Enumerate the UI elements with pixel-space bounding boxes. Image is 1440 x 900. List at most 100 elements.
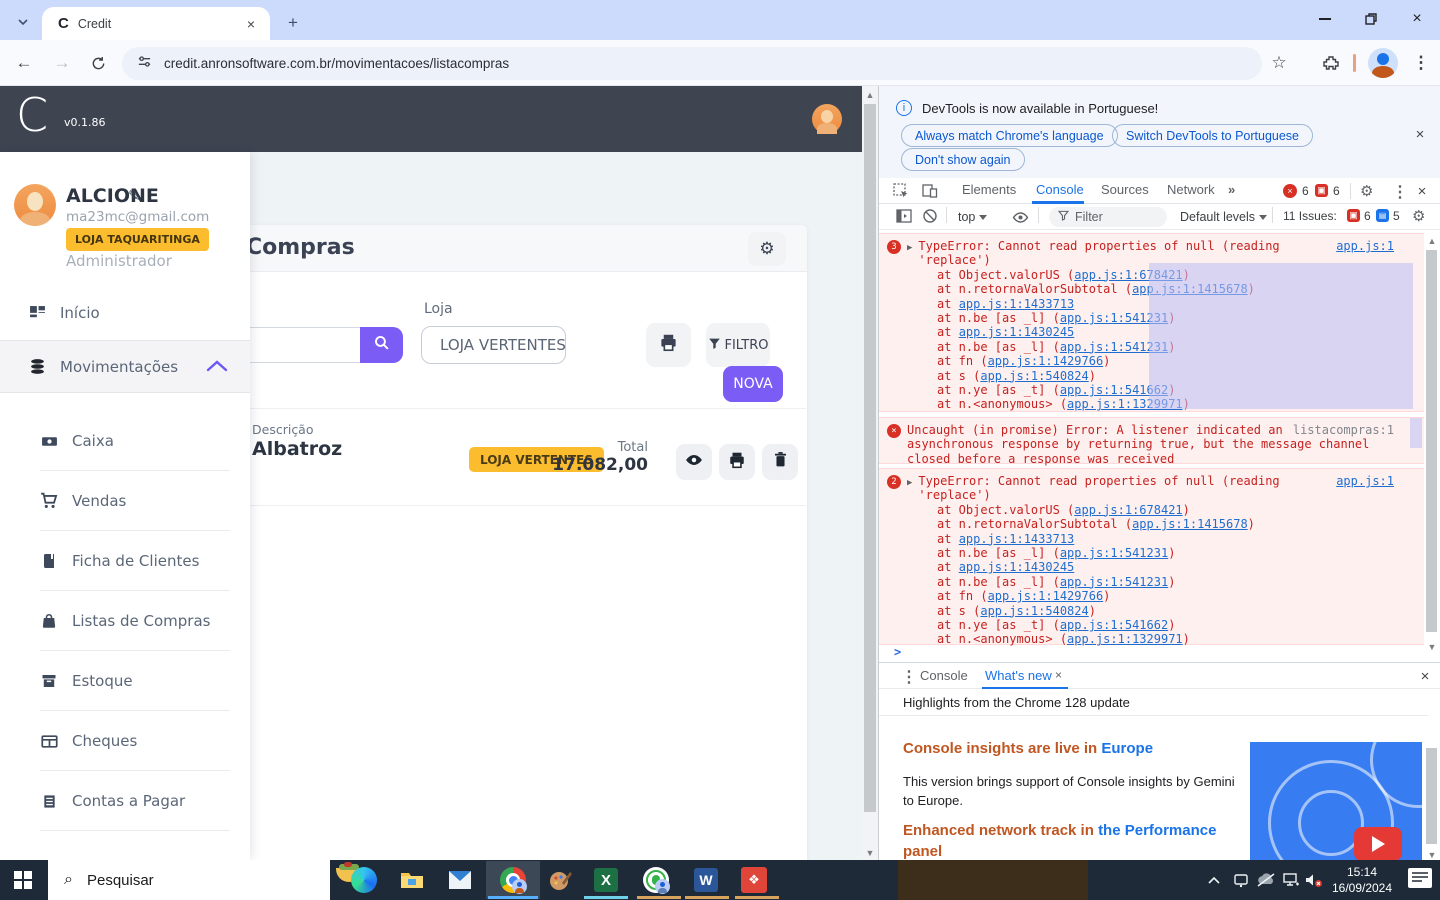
sidebar-item-contas-a-pagar[interactable]: Contas a Pagar: [40, 784, 240, 818]
stack-frame-link[interactable]: app.js:1:1429766: [988, 589, 1104, 603]
action-center-icon[interactable]: [1408, 868, 1432, 888]
more-tabs-icon[interactable]: »: [1228, 182, 1235, 197]
log-levels-selector[interactable]: Default levels: [1180, 210, 1267, 224]
window-minimize-button[interactable]: [1302, 0, 1348, 38]
tray-volume-muted-icon[interactable]: [1303, 868, 1325, 892]
devtools-settings-icon[interactable]: ⚙: [1360, 182, 1373, 200]
window-close-button[interactable]: ×: [1394, 0, 1440, 38]
source-link[interactable]: app.js:1: [1336, 474, 1394, 488]
delete-row-button[interactable]: [762, 444, 798, 480]
page-scrollbar-thumb[interactable]: [864, 104, 876, 812]
print-row-button[interactable]: [719, 444, 755, 480]
extensions-icon[interactable]: [1318, 50, 1344, 76]
taskbar-excel-icon[interactable]: X: [592, 866, 620, 894]
stack-frame-link[interactable]: app.js:1:541231: [1060, 575, 1168, 589]
sidebar-item-vendas[interactable]: Vendas: [40, 484, 240, 518]
reload-button[interactable]: [86, 51, 110, 75]
sidebar-item-caixa[interactable]: Caixa: [40, 424, 240, 458]
scroll-down-arrow[interactable]: ▼: [862, 846, 878, 860]
tab-network[interactable]: Network: [1167, 182, 1215, 197]
tray-cast-icon[interactable]: [1230, 868, 1252, 892]
drawer-menu-icon[interactable]: ⋮: [901, 667, 917, 687]
bookmark-star-icon[interactable]: ☆: [1266, 50, 1292, 76]
edit-profile-icon[interactable]: ✎: [128, 186, 141, 206]
taskbar-explorer-icon[interactable]: [398, 866, 426, 894]
console-settings-icon[interactable]: ⚙: [1412, 207, 1425, 225]
new-purchase-button[interactable]: NOVA: [723, 366, 783, 402]
stack-frame-link[interactable]: app.js:1:540824: [980, 369, 1088, 383]
stack-frame-link[interactable]: app.js:1:1415678: [1132, 517, 1248, 531]
site-settings-icon[interactable]: [137, 54, 152, 74]
stack-frame-link[interactable]: app.js:1:678421: [1074, 503, 1182, 517]
chevron-up-icon[interactable]: [206, 359, 228, 378]
issues-error-icon[interactable]: ▣: [1315, 184, 1328, 197]
live-expression-eye-icon[interactable]: [1012, 209, 1029, 231]
stack-frame-link[interactable]: app.js:1:540824: [980, 604, 1088, 618]
sidebar-item-cheques[interactable]: Cheques: [40, 724, 240, 758]
dont-show-again-button[interactable]: Don't show again: [901, 148, 1025, 171]
tab-search-icon[interactable]: [10, 9, 36, 35]
stack-frame-link[interactable]: app.js:1:1429766: [988, 354, 1104, 368]
view-row-button[interactable]: [676, 444, 712, 480]
sidebar-item-inicio[interactable]: Início: [28, 298, 228, 328]
taskbar-mail-icon[interactable]: [446, 866, 474, 894]
taskbar-clock[interactable]: 15:14 16/09/2024: [1324, 864, 1400, 896]
store-select[interactable]: LOJA VERTENTES: [421, 326, 566, 364]
match-language-button[interactable]: Always match Chrome's language: [901, 124, 1118, 147]
filter-button[interactable]: FILTRO: [706, 323, 770, 367]
stack-frame-link[interactable]: app.js:1:1430245: [959, 560, 1075, 574]
expand-triangle-icon[interactable]: ▶: [907, 476, 912, 490]
stack-frame-link[interactable]: app.js:1:1433713: [959, 297, 1075, 311]
drawer-tab-close-icon[interactable]: ×: [1055, 668, 1062, 682]
whats-new-scrollbar-thumb[interactable]: [1426, 748, 1437, 844]
search-button[interactable]: [360, 327, 403, 363]
drawer-tab-whats-new[interactable]: What's new: [985, 668, 1052, 683]
forward-button[interactable]: →: [50, 51, 74, 75]
tray-onedrive-paused-icon[interactable]: [1255, 868, 1277, 892]
switch-portuguese-button[interactable]: Switch DevTools to Portuguese: [1112, 124, 1313, 147]
stack-frame-link[interactable]: app.js:1:1329971: [1067, 632, 1183, 646]
drawer-tab-console[interactable]: Console: [920, 668, 968, 683]
scroll-down-arrow[interactable]: ▼: [1424, 640, 1440, 654]
start-button[interactable]: [14, 871, 32, 889]
devtools-close-icon[interactable]: ×: [1412, 181, 1432, 201]
tab-close-icon[interactable]: ×: [242, 14, 260, 34]
inspect-element-icon[interactable]: [893, 183, 909, 204]
youtube-play-button[interactable]: [1354, 827, 1402, 860]
source-link[interactable]: app.js:1: [1336, 239, 1394, 253]
console-scrollbar-thumb[interactable]: [1426, 250, 1437, 632]
stack-frame-link[interactable]: app.js:1:1433713: [959, 532, 1075, 546]
print-list-button[interactable]: [646, 323, 691, 367]
scroll-up-arrow[interactable]: ▲: [1424, 234, 1440, 248]
console-sidebar-icon[interactable]: [896, 208, 912, 229]
sidebar-item-ficha-de-clientes[interactable]: Ficha de Clientes: [40, 544, 240, 578]
browser-tab[interactable]: C Credit ×: [42, 7, 270, 40]
sidebar-item-estoque[interactable]: Estoque: [40, 664, 240, 698]
taskbar-word-icon[interactable]: W: [692, 866, 720, 894]
new-tab-button[interactable]: +: [282, 12, 304, 34]
sidebar-item-listas-de-compras[interactable]: Listas de Compras: [40, 604, 240, 638]
scroll-up-arrow[interactable]: ▲: [862, 88, 878, 102]
tab-sources[interactable]: Sources: [1101, 182, 1149, 197]
taskbar-search[interactable]: ⌕ Pesquisar: [48, 860, 330, 900]
clear-console-icon[interactable]: [922, 208, 938, 229]
tab-elements[interactable]: Elements: [962, 182, 1016, 197]
tab-console[interactable]: Console: [1036, 182, 1084, 197]
console-filter-input[interactable]: Filter: [1049, 207, 1167, 227]
tray-expand-icon[interactable]: [1203, 868, 1225, 892]
stack-frame-link[interactable]: app.js:1:541231: [1060, 546, 1168, 560]
taskbar-paint-icon[interactable]: [546, 866, 574, 894]
console-prompt-chevron[interactable]: >: [894, 645, 901, 659]
console-error-icon[interactable]: ×: [1283, 184, 1297, 198]
drawer-close-icon[interactable]: ×: [1415, 666, 1435, 686]
page-settings-button[interactable]: ⚙: [748, 232, 786, 266]
infobar-close-icon[interactable]: ×: [1410, 124, 1430, 144]
issues-label[interactable]: 11 Issues:: [1283, 209, 1337, 223]
stack-frame-link[interactable]: app.js:1:541662: [1060, 618, 1168, 632]
stack-frame-link[interactable]: app.js:1:1430245: [959, 325, 1075, 339]
device-toolbar-icon[interactable]: [922, 183, 938, 204]
context-selector[interactable]: top: [958, 210, 987, 224]
whats-new-video-thumbnail[interactable]: [1250, 742, 1422, 860]
profile-avatar[interactable]: [1368, 48, 1398, 78]
expand-triangle-icon[interactable]: ▶: [907, 241, 912, 255]
